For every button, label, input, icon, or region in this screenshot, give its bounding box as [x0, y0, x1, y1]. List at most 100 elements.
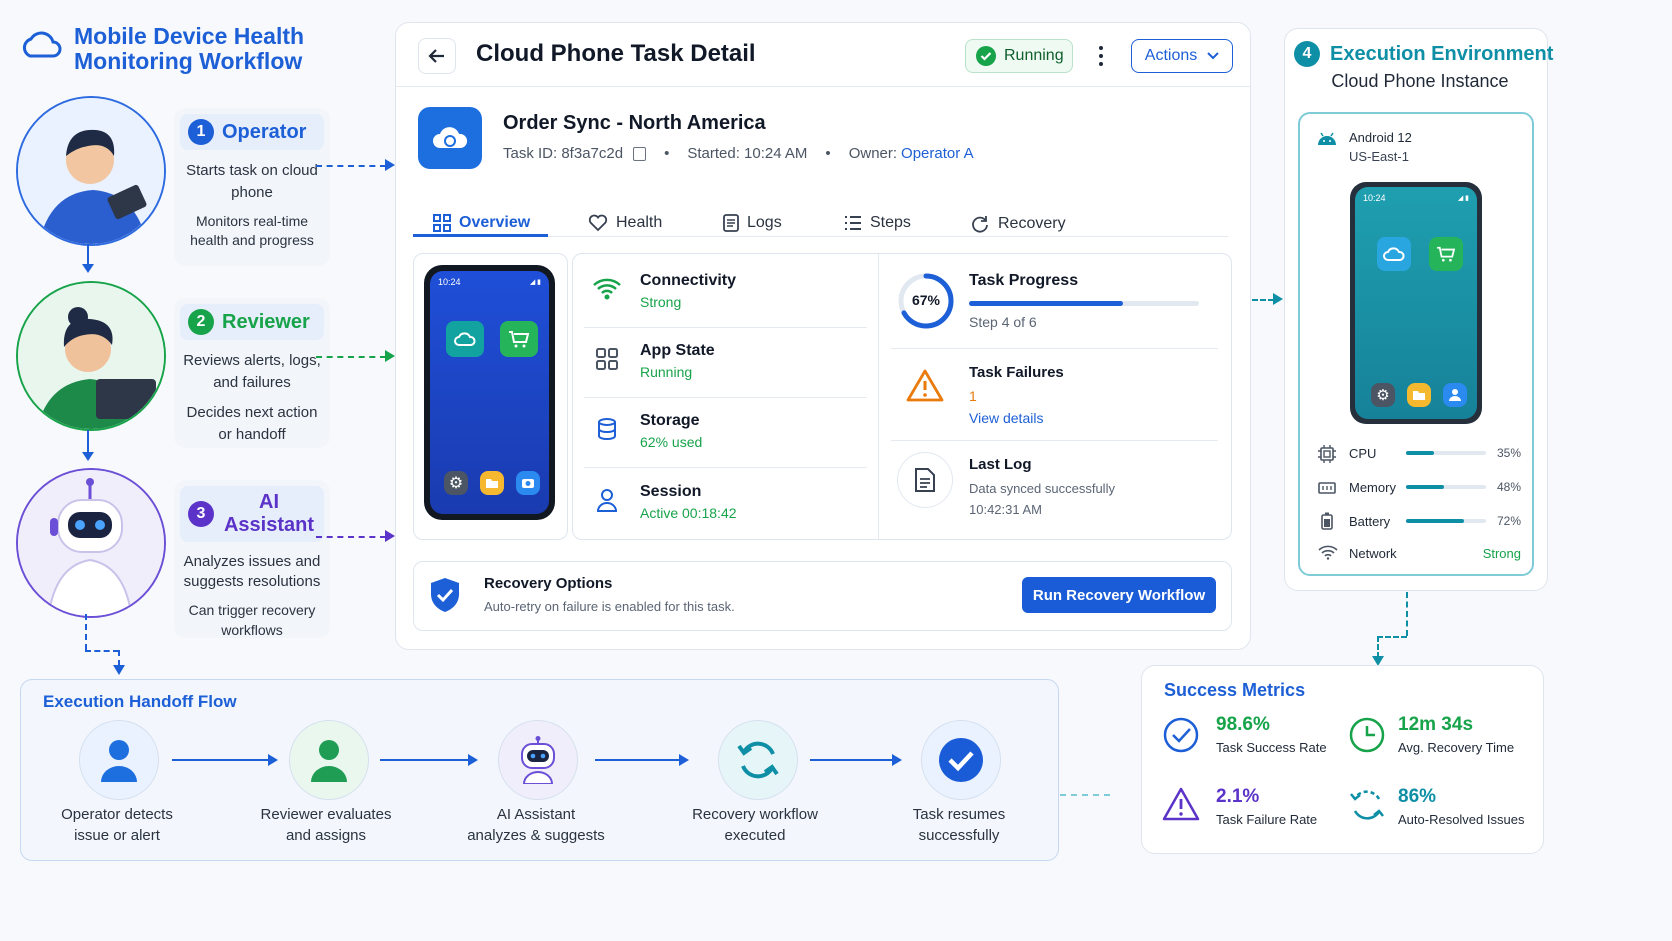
connector-environment-to-metrics-c — [1377, 636, 1379, 658]
tab-health[interactable]: Health — [588, 214, 662, 232]
instance-os: Android 12 — [1349, 130, 1412, 145]
recovery-title: Recovery Options — [484, 575, 613, 592]
check-circle-filled-icon — [939, 738, 983, 782]
phone-screen: 10:24 ◢ ▮ ⚙ — [430, 271, 549, 514]
environment-title: Execution Environment — [1330, 42, 1554, 65]
failure-warning-icon — [1162, 786, 1200, 827]
owner-link[interactable]: Operator A — [901, 145, 974, 162]
refresh-icon — [972, 216, 988, 233]
tab-steps[interactable]: Steps — [844, 214, 911, 232]
handoff-label-recovery-line1: Recovery workflow — [692, 806, 818, 823]
metrics-column-divider — [878, 254, 879, 539]
cloud-sync-icon — [433, 127, 468, 148]
tab-logs[interactable]: Logs — [723, 214, 782, 232]
connector-ai-to-detail — [316, 536, 386, 538]
list-icon — [845, 216, 861, 230]
log-icon — [897, 452, 953, 508]
operator-role-card: 1 Operator Starts task on cloud phone Mo… — [174, 108, 330, 266]
cpu-label: CPU — [1349, 446, 1377, 461]
ai-assistant-desc-2: Can trigger recovery workflows — [188, 602, 316, 638]
instance-cloud-app-icon — [1377, 237, 1411, 271]
progress-divider — [891, 348, 1218, 349]
handoff-label-reviewer-line2: and assigns — [285, 827, 367, 844]
phone-clock: 10:24 — [438, 277, 461, 287]
recovery-time-label: Avg. Recovery Time — [1398, 740, 1515, 755]
copy-icon[interactable] — [633, 146, 647, 161]
battery-bar-fill — [1406, 519, 1464, 523]
connectivity-metric: Connectivity Strong — [590, 272, 736, 310]
auto-resolve-icon — [1348, 786, 1386, 829]
memory-label: Memory — [1349, 480, 1396, 495]
more-options-button[interactable] — [1092, 42, 1110, 70]
handoff-title: Execution Handoff Flow — [43, 692, 237, 711]
cpu-value: 35% — [1496, 446, 1521, 460]
metric-divider-1 — [584, 327, 867, 328]
memory-bar-fill — [1406, 485, 1445, 489]
instance-cart-app-icon — [1429, 237, 1463, 271]
connector-reviewer-to-detail — [316, 356, 386, 358]
metric-divider-3 — [584, 467, 867, 468]
phone-status-icons: ◢ ▮ — [529, 279, 541, 286]
memory-bar-track — [1406, 485, 1486, 489]
arrowhead-ai-to-handoff — [113, 665, 125, 675]
reviewer-role-card: 2 Reviewer Reviews alerts, logs, and fai… — [174, 298, 330, 448]
handoff-node-recovery — [718, 720, 798, 800]
connectivity-title: Connectivity — [640, 272, 737, 289]
handoff-label-operator-line1: Operator detects — [61, 806, 173, 823]
android-icon — [1316, 130, 1338, 151]
handoff-arrow-3 — [595, 754, 689, 766]
tab-overview[interactable]: Overview — [433, 214, 530, 232]
connector-ai-to-handoff-b — [85, 650, 119, 652]
clock-icon — [1348, 716, 1386, 759]
instance-phone: 10:24 ◢ ▮ ⚙ — [1350, 182, 1482, 424]
memory-icon — [1318, 481, 1336, 500]
handoff-label-resumed: Task resumes successfully — [869, 804, 1049, 846]
auto-resolved-label: Auto-Resolved Issues — [1398, 812, 1525, 827]
connector-environment-to-metrics-b — [1377, 636, 1407, 638]
connector-operator-to-detail — [316, 165, 386, 167]
ai-assistant-role-label: AI Assistant — [223, 491, 315, 536]
recovery-cycle-icon — [737, 741, 779, 779]
task-success-value: 98.6% — [1216, 714, 1270, 735]
arrowhead-operator-to-detail — [385, 159, 395, 171]
failures-title: Task Failures — [969, 364, 1064, 381]
run-recovery-button[interactable]: Run Recovery Workflow — [1022, 577, 1216, 613]
workflow-title-line2: Monitoring Workflow — [74, 48, 303, 74]
status-label: Running — [1004, 47, 1064, 64]
arrowhead-operator-to-reviewer — [82, 264, 94, 273]
metric-divider-2 — [584, 397, 867, 398]
environment-step-number: 4 — [1294, 41, 1320, 67]
view-details-link[interactable]: View details — [969, 410, 1043, 426]
cloud-icon — [22, 31, 62, 58]
handoff-node-operator — [79, 720, 159, 800]
wifi-icon — [590, 272, 624, 306]
workflow-header: Mobile Device Health Monitoring Workflow — [18, 24, 304, 74]
failures-count: 1 — [969, 388, 977, 404]
check-circle-icon — [976, 46, 996, 66]
progress-step: Step 4 of 6 — [969, 314, 1037, 330]
battery-icon — [1321, 512, 1333, 535]
reviewer-role-title: 2 Reviewer — [180, 304, 324, 340]
tab-health-label: Health — [616, 214, 663, 231]
document-icon — [723, 214, 739, 232]
tab-recovery-label: Recovery — [998, 215, 1066, 232]
robot-icon — [521, 736, 555, 784]
failure-rate-value: 2.1% — [1216, 786, 1260, 807]
session-title: Session — [640, 483, 702, 500]
task-id: Task ID: 8f3a7c2d — [503, 145, 624, 162]
settings-app-icon: ⚙ — [444, 471, 468, 495]
tab-recovery[interactable]: Recovery — [970, 214, 1066, 234]
instance-phone-clock: 10:24 — [1363, 193, 1386, 203]
auto-resolved-value: 86% — [1398, 786, 1437, 807]
meta-dot-2: • — [825, 145, 831, 162]
actions-dropdown[interactable]: Actions — [1131, 39, 1233, 73]
connector-ai-to-handoff-c — [118, 650, 120, 666]
grid-icon — [433, 214, 451, 232]
battery-bar-track — [1406, 519, 1486, 523]
handoff-label-ai: AI Assistant analyzes & suggests — [446, 804, 626, 846]
handoff-label-operator-line2: issue or alert — [74, 827, 160, 844]
task-app-icon — [418, 107, 482, 169]
recovery-desc: Auto-retry on failure is enabled for thi… — [484, 599, 735, 614]
last-log-time: 10:42:31 AM — [969, 502, 1042, 517]
back-button[interactable] — [418, 38, 456, 74]
